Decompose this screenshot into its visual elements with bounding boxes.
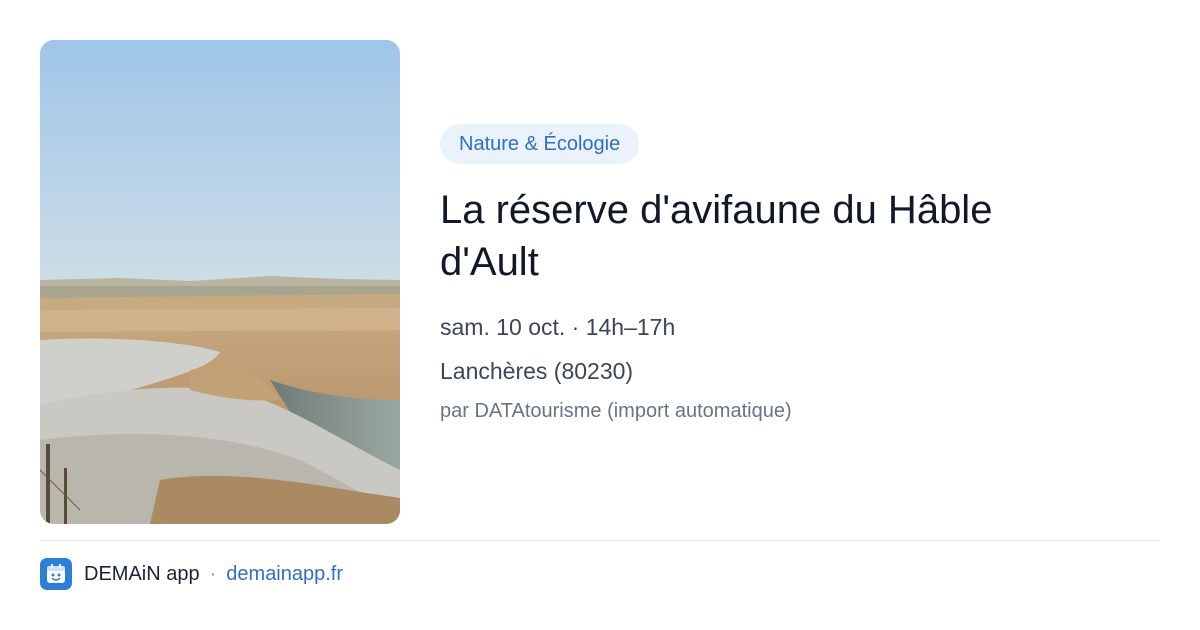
category-badge[interactable]: Nature & Écologie [440,124,640,164]
event-date-time: sam. 10 oct. · 14h–17h [440,314,676,340]
calendar-face-icon [40,558,72,590]
event-title[interactable]: La réserve d'avifaune du Hâble d'Ault [440,184,1100,288]
event-details: Nature & Écologie La réserve d'avifaune … [440,124,1160,424]
event-source: par DATAtourisme (import automatique) [440,400,792,422]
event-photo [40,40,400,524]
app-name: DEMAiN app [84,562,200,585]
event-card[interactable]: Nature & Écologie La réserve d'avifaune … [0,0,1200,630]
footer: DEMAiN app · demainapp.fr [40,557,343,591]
footer-separator: · [209,562,217,585]
event-location: Lanchères (80230) [440,358,634,384]
site-link[interactable]: demainapp.fr [226,563,343,586]
footer-divider [40,540,1160,541]
